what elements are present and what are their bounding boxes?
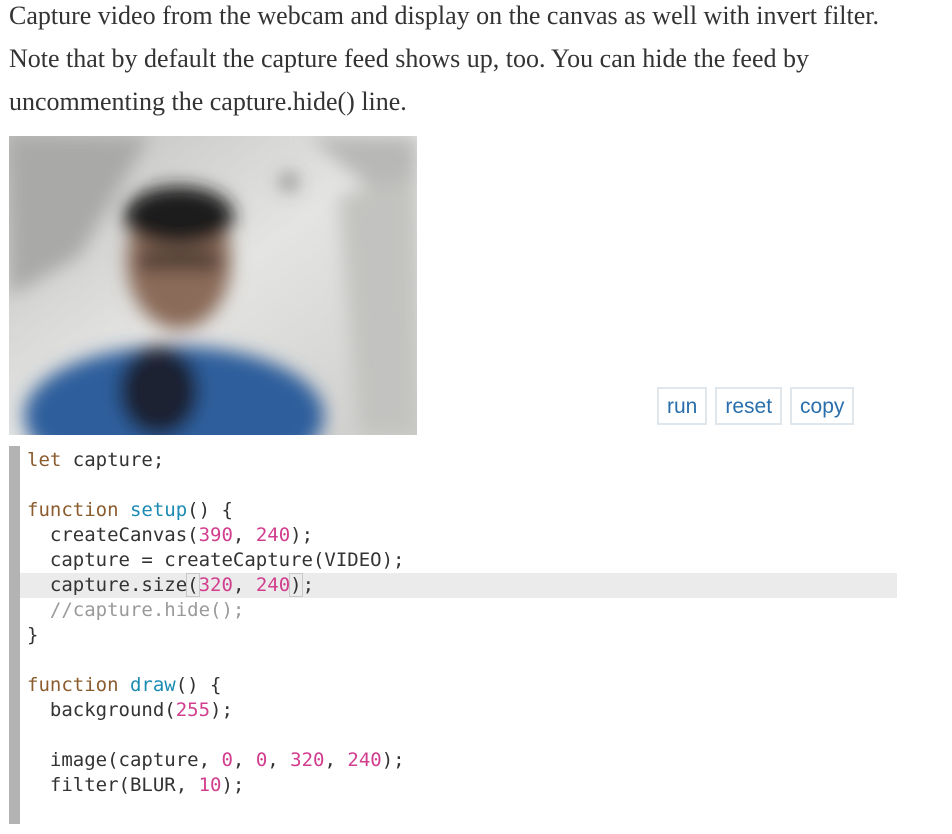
- code-line: filter(BLUR, 10);: [27, 774, 245, 796]
- example-description: Capture video from the webcam and displa…: [9, 1, 880, 116]
- code-line: createCanvas(390, 240);: [27, 524, 314, 546]
- blurred-webcam-frame: [9, 136, 417, 435]
- sketch-canvas: [9, 136, 417, 435]
- code-line: }: [27, 624, 39, 646]
- copy-button[interactable]: copy: [790, 387, 855, 425]
- code-line: let capture;: [27, 449, 165, 471]
- code-editor[interactable]: let capture; function setup() { createCa…: [9, 446, 908, 824]
- code-line: function draw() {: [27, 674, 222, 696]
- code-line: capture = createCapture(VIDEO);: [27, 549, 405, 571]
- code-line: function setup() {: [27, 499, 233, 521]
- editor-buttons: run reset copy: [657, 387, 855, 425]
- code-line-active: capture.size(320, 240);: [27, 573, 315, 597]
- code-line: image(capture, 0, 0, 320, 240);: [27, 749, 405, 771]
- run-button[interactable]: run: [657, 387, 708, 425]
- text-cursor: ;: [301, 574, 315, 596]
- reset-button[interactable]: reset: [715, 387, 783, 425]
- code-line: background(255);: [27, 699, 233, 721]
- code-line-comment: //capture.hide();: [27, 599, 245, 621]
